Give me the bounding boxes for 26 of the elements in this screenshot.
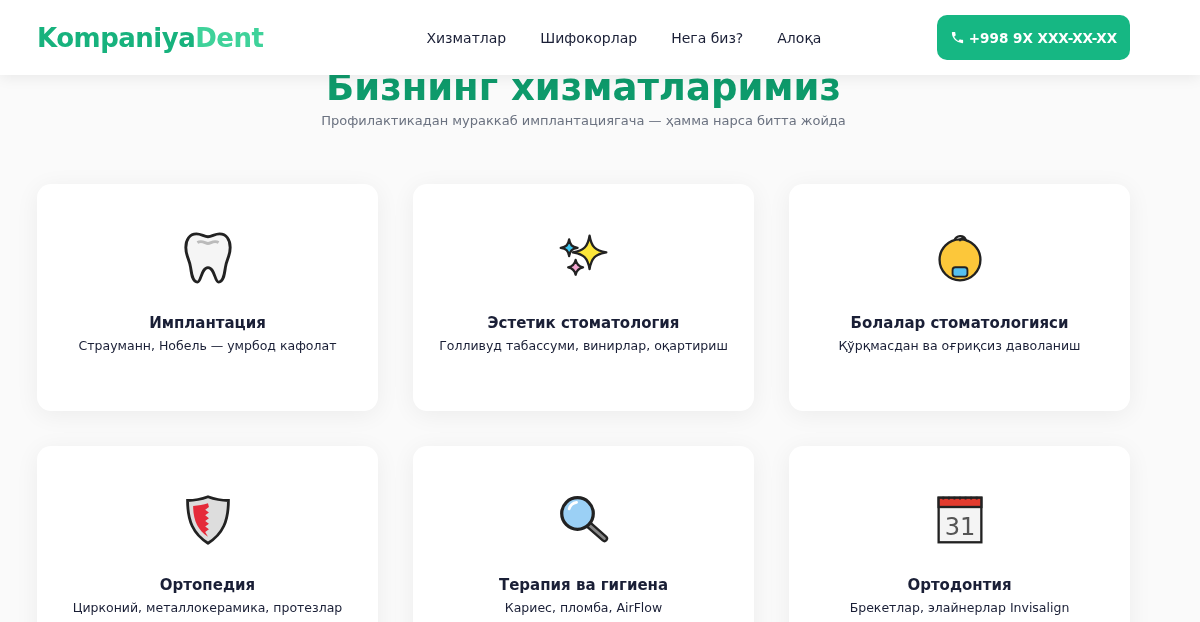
service-card[interactable]: Ортопедия Цирконий, металлокерамика, протезлар (37, 446, 378, 622)
card-description: Кариес, пломба, AirFlow (503, 599, 664, 617)
card-title: Болалар стоматологияси (850, 314, 1069, 332)
service-card[interactable]: Имплантация Страуманн, Нобель — умрбод кафолат (37, 184, 378, 411)
card-title: Эстетик стоматология (487, 314, 680, 332)
service-card[interactable]: Эстетик стоматология Голливуд табассуми, винирлар, оқартириш (413, 184, 754, 411)
card-title: Терапия ва гигиена (498, 576, 669, 594)
nav-link[interactable]: Нега биз? (671, 29, 744, 46)
service-card[interactable]: Терапия ва гигиена Кариес, пломба, AirFlow (413, 446, 754, 622)
nav-link[interactable]: Алоқа (777, 29, 822, 46)
card-title: Имплантация (149, 314, 266, 332)
card-title: Ортопедия (159, 576, 256, 594)
card-description: Страуманн, Нобель — умрбод кафолат (77, 337, 338, 355)
card-description: Қўрқмасдан ва оғриқсиз даволаниш (837, 337, 1082, 355)
service-card[interactable]: Болалар стоматологияси Қўрқмасдан ва оғриқсиз даволаниш (789, 184, 1130, 411)
card-title: Ортодонтия (907, 576, 1012, 594)
phone-icon (949, 30, 965, 45)
nav-link[interactable]: Шифокорлар (540, 29, 638, 46)
card-description: Брекетлар, элайнерлар Invisalign (848, 599, 1071, 617)
card-description: Голливуд табассуми, винирлар, оқартириш (438, 337, 729, 355)
section-title: Бизнинг хизматларимиз (325, 65, 842, 111)
nav-link[interactable]: Хизматлар (426, 29, 507, 46)
service-card[interactable]: 31 Ортодонтия Брекетлар, элайнерлар Invisalign (789, 446, 1130, 622)
card-description: Цирконий, металлокерамика, протезлар (71, 599, 344, 617)
section-subtitle: Профилактикадан мураккаб имплантациягача — ҳамма нарса битта жойда (320, 113, 847, 128)
tooth-icon (181, 231, 234, 285)
